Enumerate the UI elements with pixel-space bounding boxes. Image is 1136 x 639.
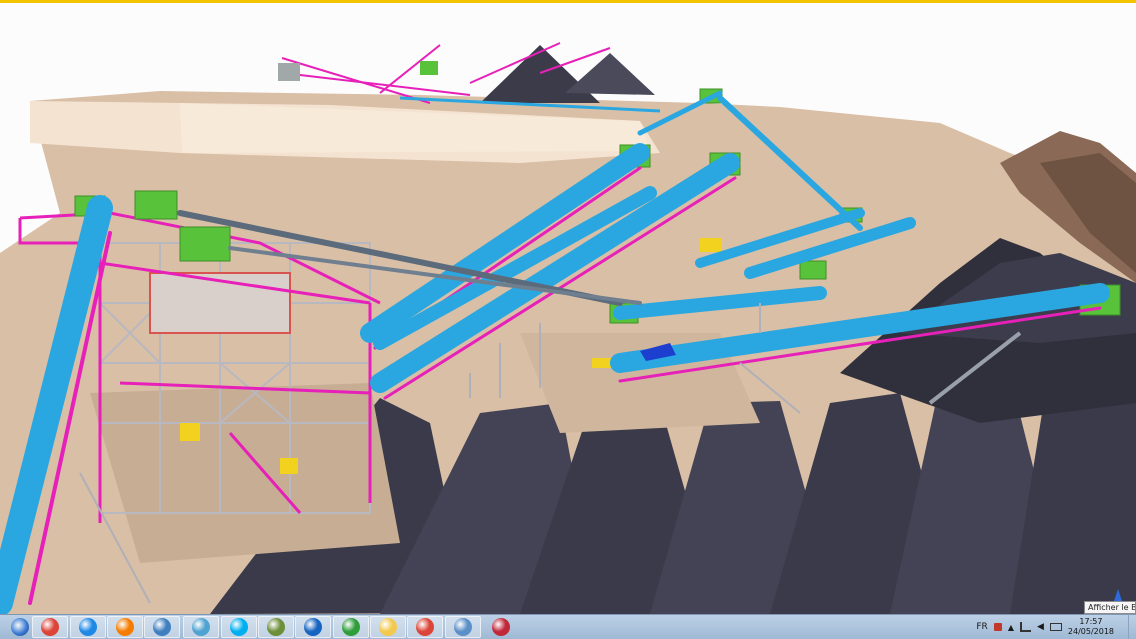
flag-icon[interactable] xyxy=(993,623,1002,631)
far-stockpile-1 xyxy=(480,45,600,103)
taskbar-app-internet-explorer[interactable] xyxy=(70,616,106,638)
tool-app-icon xyxy=(267,618,285,636)
taskbar-app-globe[interactable] xyxy=(144,616,180,638)
file-explorer-icon xyxy=(379,618,397,636)
taskbar-app-skype[interactable] xyxy=(221,616,257,638)
system-tray: FR ▲ ◀ 17:57 24/05/2018 xyxy=(976,616,1114,638)
camtasia-icon xyxy=(342,618,360,636)
far-motor xyxy=(420,61,438,75)
show-desktop-button[interactable] xyxy=(1128,614,1136,639)
taskbar-app-chrome[interactable] xyxy=(32,616,68,638)
plant-model-scene xyxy=(0,42,1136,614)
tekla-structures-icon xyxy=(492,618,510,636)
internet-explorer-icon xyxy=(79,618,97,636)
taskbar-app-image-viewer[interactable] xyxy=(445,616,481,638)
taskbar-app-chrome[interactable] xyxy=(407,616,443,638)
battery-icon[interactable] xyxy=(1049,623,1062,631)
cloud-icon xyxy=(192,618,210,636)
chrome-icon xyxy=(416,618,434,636)
clock-date: 24/05/2018 xyxy=(1067,627,1114,636)
skype-icon xyxy=(230,618,248,636)
taskbar-app-file-explorer[interactable] xyxy=(370,616,406,638)
chrome-icon xyxy=(41,618,59,636)
taskbar-app-media-player[interactable] xyxy=(107,616,143,638)
windows-start-icon xyxy=(11,618,29,636)
taskbar-app-cloud[interactable] xyxy=(183,616,219,638)
taskbar-app-tekla-structures[interactable] xyxy=(483,616,519,638)
media-player-icon xyxy=(116,618,134,636)
taskbar-app-outlook[interactable] xyxy=(295,616,331,638)
taskbar-app-camtasia[interactable] xyxy=(333,616,369,638)
show-desktop-tooltip: Afficher le Bureau xyxy=(1084,601,1136,614)
image-viewer-icon xyxy=(454,618,472,636)
taskbar-app-tool-app[interactable] xyxy=(258,616,294,638)
volume-icon[interactable]: ◀ xyxy=(1037,622,1044,632)
far-hopper xyxy=(278,63,300,81)
globe-icon xyxy=(153,618,171,636)
outlook-icon xyxy=(304,618,322,636)
network-icon[interactable] xyxy=(1019,622,1031,632)
windows-taskbar: FR ▲ ◀ 17:57 24/05/2018 xyxy=(0,614,1136,639)
language-indicator[interactable]: FR xyxy=(976,622,987,632)
3d-model-viewport[interactable] xyxy=(0,3,1136,614)
clock[interactable]: 17:57 24/05/2018 xyxy=(1068,617,1114,637)
clock-time: 17:57 xyxy=(1079,617,1103,626)
notification-arrow-icon[interactable]: ▲ xyxy=(1008,623,1014,632)
concrete-pad xyxy=(90,383,400,563)
